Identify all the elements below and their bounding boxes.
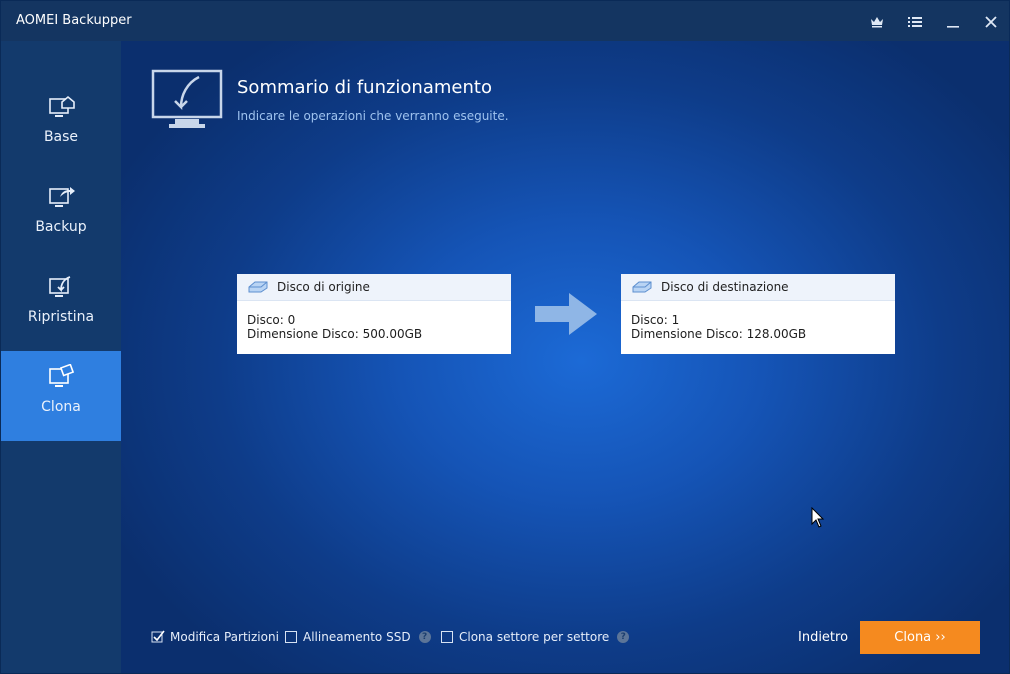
restore-monitor-icon (49, 276, 71, 297)
source-disk-title: Disco di origine (277, 280, 370, 294)
destination-disk-card: Disco di destinazione Disco: 1 Dimension… (621, 274, 895, 354)
sidebar: Base Backup Ripristina Clona (1, 41, 121, 673)
clone-monitor-icon (49, 364, 75, 387)
source-disk-size: Dimensione Disco: 500.00GB (247, 327, 423, 341)
page-title: Sommario di funzionamento (237, 77, 492, 98)
disk-icon (632, 281, 652, 293)
sector-clone-label: Clona settore per settore (459, 630, 610, 644)
sidebar-item-clone[interactable]: Clona (1, 351, 121, 441)
sidebar-item-label: Backup (35, 219, 87, 235)
backup-monitor-icon (49, 187, 75, 207)
sidebar-item-label: Clona (41, 399, 81, 415)
sector-clone-option[interactable]: Clona settore per settore ? (441, 630, 630, 644)
mouse-cursor-icon (811, 507, 825, 528)
ssd-alignment-option[interactable]: Allineamento SSD ? (285, 630, 431, 644)
app-title: AOMEI Backupper (16, 13, 132, 28)
disk-icon (248, 281, 268, 293)
arrow-right-icon (535, 293, 597, 335)
summary-monitor-icon (151, 69, 223, 128)
checkbox-checked[interactable] (151, 630, 165, 644)
help-icon[interactable]: ? (418, 631, 431, 643)
page-subtitle: Indicare le operazioni che verranno eseg… (237, 109, 509, 123)
back-button[interactable]: Indietro (798, 630, 848, 645)
edit-partitions-option[interactable]: Modifica Partizioni (151, 630, 279, 644)
sidebar-item-label: Base (43, 129, 79, 145)
destination-disk-title: Disco di destinazione (661, 280, 789, 294)
title-bar: AOMEI Backupper (1, 1, 1009, 41)
clone-button[interactable]: Clona ›› (860, 621, 980, 654)
destination-disk-size: Dimensione Disco: 128.00GB (631, 327, 807, 341)
sector-clone-checkbox[interactable] (441, 631, 453, 643)
close-icon[interactable] (980, 11, 1002, 33)
menu-icon[interactable] (904, 11, 926, 33)
source-disk-card: Disco di origine Disco: 0 Dimensione Dis… (237, 274, 511, 354)
ssd-alignment-label: Allineamento SSD (303, 630, 411, 644)
edit-partitions-label: Modifica Partizioni (170, 630, 279, 644)
sidebar-item-base[interactable]: Base (1, 81, 121, 171)
app-window: AOMEI Backupper Base Backup Ripristina C… (0, 0, 1010, 674)
help-icon[interactable]: ? (617, 631, 630, 643)
crown-icon[interactable] (866, 11, 888, 33)
destination-disk-number: Disco: 1 (631, 313, 680, 327)
sidebar-item-backup[interactable]: Backup (1, 171, 121, 261)
main-panel: Sommario di funzionamento Indicare le op… (121, 41, 1009, 673)
sidebar-item-restore[interactable]: Ripristina (1, 261, 121, 351)
ssd-alignment-checkbox[interactable] (285, 631, 297, 643)
source-disk-number: Disco: 0 (247, 313, 296, 327)
sidebar-item-label: Ripristina (27, 309, 95, 325)
home-monitor-icon (49, 95, 75, 117)
minimize-icon[interactable] (942, 11, 964, 33)
